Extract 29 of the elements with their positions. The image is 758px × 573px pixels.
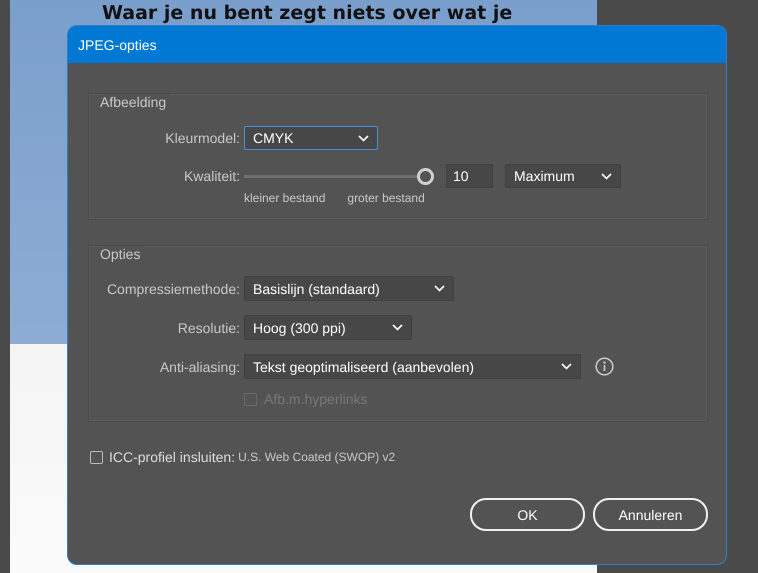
- group-title: Afbeelding: [100, 94, 170, 110]
- field-label: Kleurmodel:: [164, 130, 240, 146]
- info-icon[interactable]: [595, 357, 614, 376]
- dialog-button[interactable]: Annuleren: [593, 498, 708, 531]
- option-dropdown[interactable]: Tekst geoptimaliseerd (aanbevolen): [244, 354, 581, 379]
- document-heading: Waar je nu bent zegt niets over wat je: [101, 1, 514, 24]
- group-title: Opties: [100, 246, 144, 262]
- color-model-dropdown[interactable]: CMYK: [244, 126, 378, 150]
- quality-input[interactable]: 10: [446, 164, 493, 188]
- quality-preset-dropdown[interactable]: Maximum: [505, 164, 621, 188]
- icc-profile-name: U.S. Web Coated (SWOP) v2: [238, 450, 396, 464]
- field-label: Kwaliteit:: [182, 168, 240, 184]
- chevron-down-icon: [358, 134, 369, 142]
- option-dropdown[interactable]: Basislijn (standaard): [244, 276, 454, 301]
- field-label: Resolutie:: [176, 320, 240, 336]
- slider-thumb[interactable]: [417, 168, 434, 184]
- dialog-title: JPEG-opties: [68, 26, 726, 63]
- checkbox-label: ICC-profiel insluiten:: [109, 449, 236, 465]
- slider-min-label: kleiner bestand: [244, 191, 326, 205]
- chevron-down-icon: [392, 324, 403, 331]
- slider-max-label: groter bestand: [347, 191, 425, 205]
- chevron-down-icon: [561, 363, 572, 370]
- field-label: Compressiemethode:: [106, 280, 240, 296]
- dialog-button[interactable]: OK: [470, 498, 585, 531]
- field-label: Anti-aliasing:: [158, 358, 240, 374]
- option-dropdown[interactable]: Hoog (300 ppi): [244, 315, 412, 340]
- chevron-down-icon: [434, 285, 445, 292]
- chevron-down-icon: [601, 172, 612, 180]
- checkbox[interactable]: [90, 450, 103, 464]
